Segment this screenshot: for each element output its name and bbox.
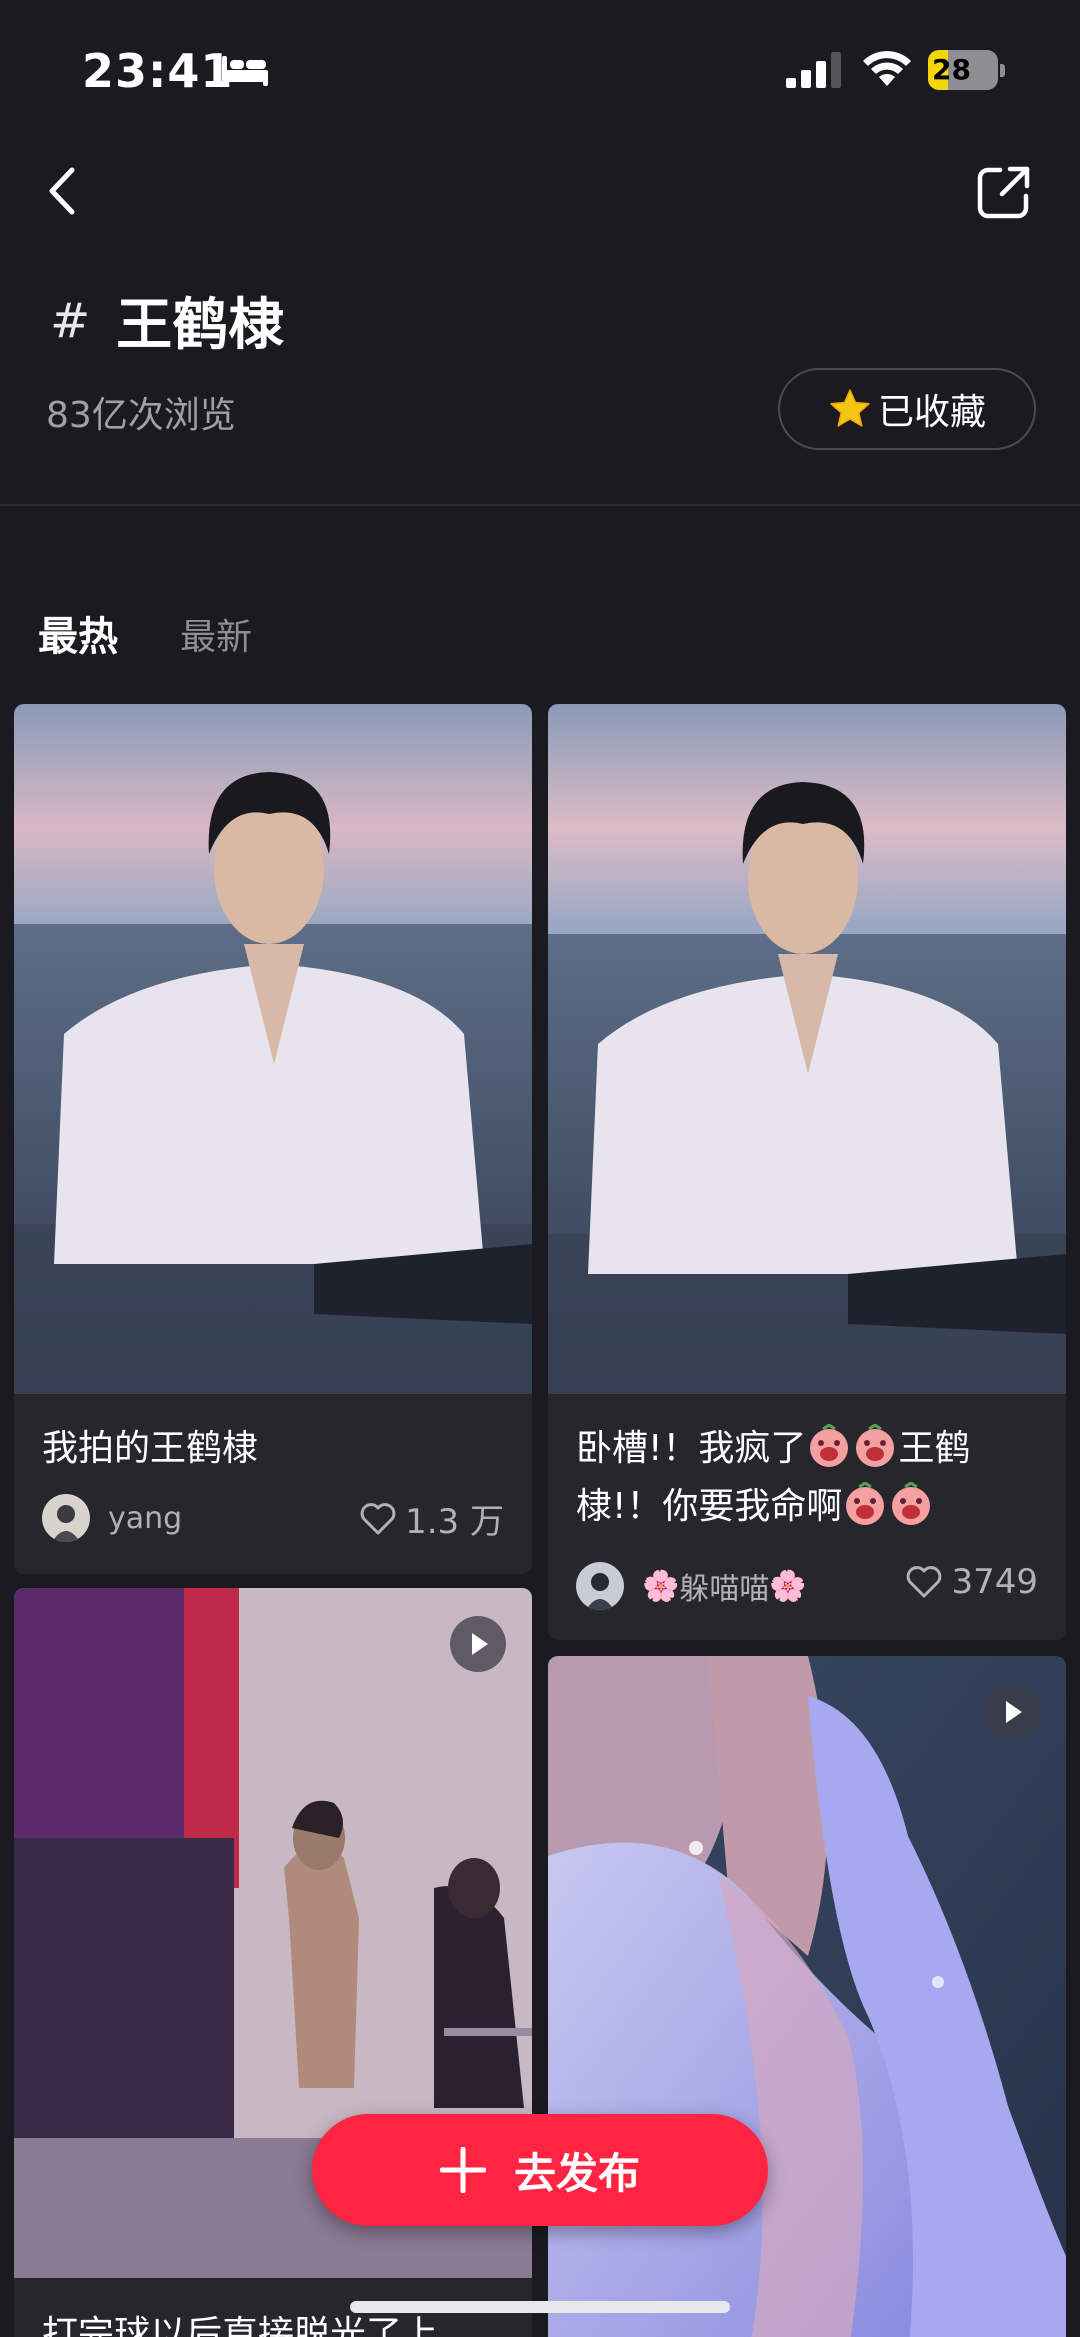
crying-face-icon [807,1423,851,1468]
note-author[interactable]: 🌸 躲喵喵 🌸 [576,1562,807,1610]
crying-face-icon [853,1423,897,1468]
note-title: 我拍的王鹤棣 [42,1428,259,1469]
author-name: 躲喵喵 [679,1572,770,1607]
tab-hot[interactable]: 最热 [38,604,118,662]
share-icon[interactable] [976,164,1032,220]
divider [0,504,1080,506]
view-count: 83亿次浏览 [46,395,236,436]
status-time: 23:41 [82,44,234,98]
favorite-button[interactable]: 已收藏 [778,368,1036,450]
like-button[interactable]: 1.3 万 [359,1494,504,1543]
home-indicator[interactable] [350,2301,730,2313]
favorite-label: 已收藏 [877,392,986,433]
cellular-signal-icon [786,52,841,88]
hashtag-icon: # [50,292,91,349]
note-cover-image [548,704,1066,1394]
like-count: 3749 [951,1562,1038,1602]
author-name-suffix: 🌸 [769,1568,807,1604]
publish-button[interactable]: 去发布 [312,2114,768,2226]
wifi-icon [863,51,911,86]
back-icon[interactable] [40,160,86,222]
heart-icon [907,1566,942,1598]
note-cover-image [14,704,532,1394]
note-title: 卧槽!！我疯了 王鹤 棣!！你要我命啊 [576,1420,1046,1536]
like-button[interactable]: 3749 [905,1562,1038,1602]
publish-label: 去发布 [513,2148,640,2198]
sleep-mode-icon [222,56,268,86]
crying-face-icon [889,1481,933,1526]
battery-level: 28 [932,53,971,86]
avatar [42,1494,90,1542]
star-icon [830,389,870,427]
note-card[interactable]: 卧槽!！我疯了 王鹤 棣!！你要我命啊 🌸 躲喵喵 🌸 3749 [548,704,1066,1640]
plus-icon [439,2147,486,2193]
topic-title: # 王鹤棣 [50,280,284,361]
note-card[interactable]: 我拍的王鹤棣 yang 1.3 万 [14,704,532,1574]
battery-icon: 28 [928,50,1006,90]
status-bar: 23:41 28 [0,0,1080,140]
author-name: yang [108,1500,183,1536]
avatar [576,1562,624,1610]
crying-face-icon [843,1481,887,1526]
note-card[interactable] [548,1656,1066,2337]
note-cover-image [548,1656,1066,2337]
like-count: 1.3 万 [405,1502,504,1542]
topic-name: 王鹤棣 [116,293,285,358]
tab-new[interactable]: 最新 [180,608,252,660]
note-author[interactable]: yang [42,1494,182,1542]
play-icon [450,1616,506,1672]
play-icon [984,1684,1040,1740]
author-name-prefix: 🌸 [642,1568,680,1604]
heart-icon [360,1502,396,1534]
